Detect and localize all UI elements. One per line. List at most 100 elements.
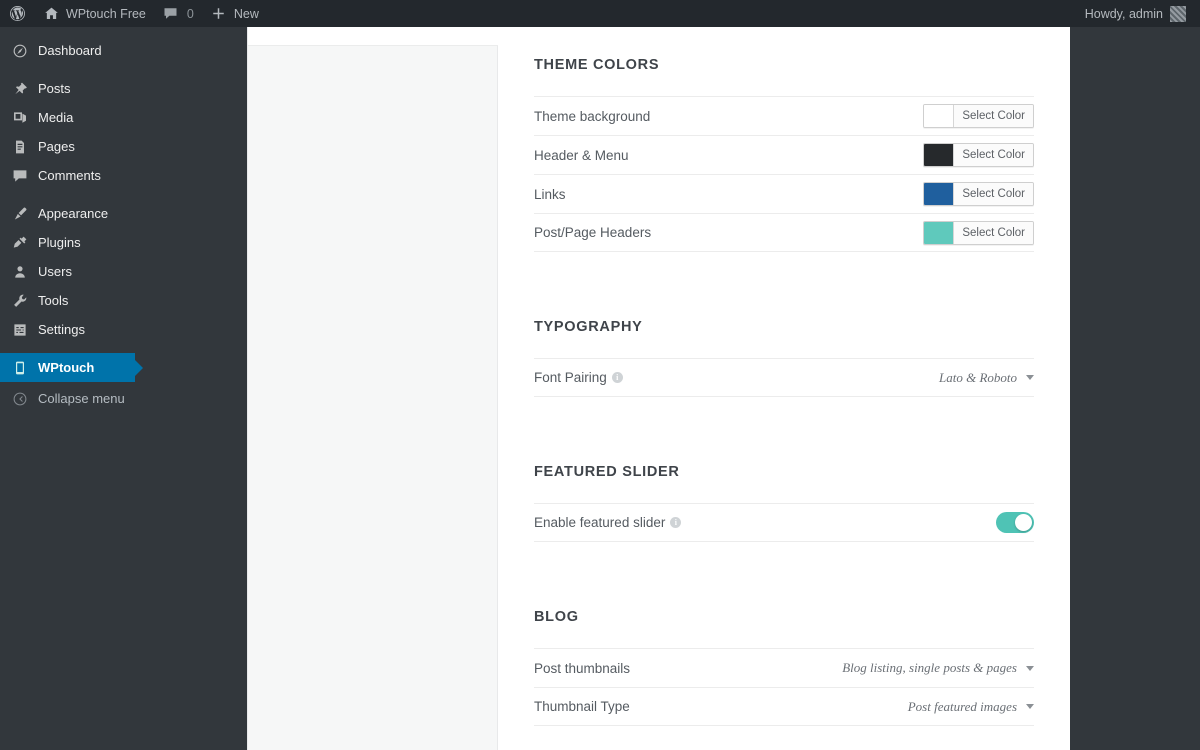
color-picker-links[interactable]: Select Color [923,182,1034,206]
color-picker-theme-background[interactable]: Select Color [923,104,1034,128]
sidebar-separator [0,190,135,199]
sidebar-item-label: Posts [38,81,71,96]
setting-label: Post/Page Headers [534,225,652,240]
sidebar-item-media[interactable]: Media [0,103,135,132]
home-icon [42,5,60,23]
chevron-down-icon [1026,375,1034,380]
setting-label: Enable featured slider [534,515,666,530]
users-icon [11,263,29,281]
site-name-button[interactable]: WPtouch Free [34,0,154,27]
setting-row-font-pairing: Font Pairing i Lato & Roboto [534,358,1034,397]
select-color-label: Select Color [954,183,1033,205]
pin-icon [11,80,29,98]
sidebar-item-wptouch[interactable]: WPtouch [0,353,143,382]
comments-count: 0 [186,6,194,21]
setting-row-header-menu: Header & Menu Select Color [534,135,1034,174]
select-value: Blog listing, single posts & pages [842,660,1017,675]
sidebar-item-tools[interactable]: Tools [0,286,135,315]
color-picker-post-page-headers[interactable]: Select Color [923,220,1034,245]
comments-button[interactable]: 0 [154,0,202,27]
admin-bar-left: WPtouch Free 0 New [0,0,267,27]
setting-row-thumbnail-type: Thumbnail Type Post featured images [534,687,1034,726]
wordpress-logo-button[interactable] [2,0,34,27]
settings-left-panel [247,27,499,750]
section-title: BLOG [534,609,579,625]
comment-bubble-icon [11,167,29,185]
section-typography: TYPOGRAPHY Font Pairing i Lato & Roboto [534,288,1034,397]
sidebar-item-settings[interactable]: Settings [0,315,135,344]
collapse-menu-button[interactable]: Collapse menu [0,384,135,413]
section-title: THEME COLORS [534,57,660,73]
setting-label: Links [534,186,566,202]
sidebar-item-posts[interactable]: Posts [0,74,135,103]
plug-icon [11,234,29,252]
sidebar-item-dashboard[interactable]: Dashboard [0,36,135,65]
sidebar-item-users[interactable]: Users [0,257,135,286]
setting-label-wrap: Font Pairing i [534,370,623,385]
select-post-thumbnails[interactable]: Blog listing, single posts & pages [842,660,1034,676]
sidebar-item-label: Settings [38,322,85,337]
select-font-pairing[interactable]: Lato & Roboto [939,370,1034,386]
setting-label: Font Pairing [534,370,607,385]
section-featured-slider: FEATURED SLIDER Enable featured slider i [534,433,1034,542]
admin-bar-right: Howdy, admin [1077,0,1200,27]
sidebar-item-label: Tools [38,293,69,308]
setting-row-post-page-headers: Post/Page Headers Select Color [534,213,1034,252]
setting-label-wrap: Enable featured slider i [534,515,682,530]
select-value: Lato & Roboto [938,369,1017,385]
chevron-down-icon [1026,665,1034,671]
settings-main-panel: THEME COLORS Theme background Select Col… [498,27,1070,750]
sidebar-separator [0,344,135,353]
toggle-enable-featured-slider[interactable] [996,512,1034,533]
color-picker-header-menu[interactable]: Select Color [923,143,1034,167]
chevron-down-icon [1026,704,1034,709]
avatar [1170,5,1186,22]
info-icon[interactable]: i [670,517,682,528]
settings-sliders-icon [11,321,29,339]
color-swatch[interactable] [924,105,955,127]
color-swatch[interactable] [924,183,955,205]
setting-label: Header & Menu [534,147,629,163]
setting-row-enable-featured-slider: Enable featured slider i [534,503,1034,542]
select-value: Post featured images [907,698,1017,714]
sidebar-item-label: Pages [38,139,75,154]
section-theme-colors: THEME COLORS Theme background Select Col… [534,27,1034,252]
site-name-label: WPtouch Free [66,6,146,21]
wordpress-logo-icon [8,5,26,23]
my-account-button[interactable]: Howdy, admin [1077,0,1194,27]
wptouch-icon [11,359,29,377]
section-title: TYPOGRAPHY [534,319,643,335]
sidebar-item-label: Comments [38,168,101,183]
sidebar-item-comments[interactable]: Comments [0,161,135,190]
color-swatch[interactable] [924,144,955,166]
setting-label: Post thumbnails [534,660,631,676]
dashboard-icon [11,42,29,60]
paintbrush-icon [11,205,29,223]
sidebar-item-appearance[interactable]: Appearance [0,199,135,228]
sidebar-item-pages[interactable]: Pages [0,132,135,161]
new-content-label: New [233,6,259,21]
admin-bar: WPtouch Free 0 New Howdy, admin [0,0,1200,27]
sidebar-item-label: Appearance [38,206,109,221]
select-color-label: Select Color [954,144,1033,166]
sidebar-item-label: Users [38,264,72,279]
sidebar-item-label: WPtouch [38,360,95,375]
setting-label: Theme background [534,108,651,124]
admin-sidebar-menu: Dashboard Posts Media Pages Comments App… [0,27,143,750]
comment-bubble-icon [162,5,180,23]
sidebar-item-label: Dashboard [38,43,102,58]
collapse-menu-label: Collapse menu [38,391,125,406]
new-content-button[interactable]: New [202,0,267,27]
settings-left-panel-header [248,27,499,46]
select-thumbnail-type[interactable]: Post featured images [908,699,1034,715]
sidebar-item-label: Media [38,110,74,125]
sidebar-item-plugins[interactable]: Plugins [0,228,135,257]
page-icon [11,138,29,156]
color-swatch[interactable] [924,221,955,244]
sidebar-separator [0,65,135,74]
info-icon[interactable]: i [611,372,623,383]
collapse-arrow-icon [11,390,29,408]
